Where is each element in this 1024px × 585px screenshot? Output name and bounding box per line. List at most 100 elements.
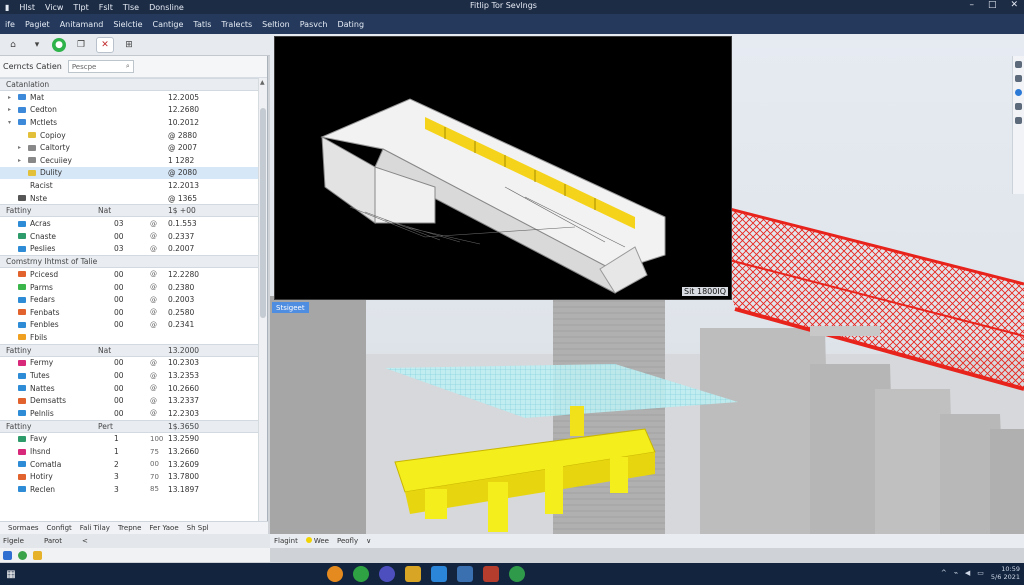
vp-status-3[interactable]: ∨ [366, 537, 371, 545]
tree-row[interactable]: Hotiry 3 70 13.7800 [0, 470, 259, 483]
title-menu-5[interactable]: Donsline [144, 3, 189, 12]
app-c-icon[interactable] [33, 550, 42, 560]
tree-row[interactable]: ▸ Caltorty @ 2007 [0, 141, 259, 154]
tree-row[interactable]: Pcicesd 00 @12.2280 [0, 268, 259, 281]
status-item-1[interactable]: Configt [47, 524, 72, 532]
menu-annotate[interactable]: Anitamand [55, 20, 109, 29]
bottom-left-item-0[interactable]: Flgele [3, 537, 24, 545]
title-menu-3[interactable]: Fslt [94, 3, 118, 12]
mail-icon[interactable] [457, 566, 473, 582]
title-menu-4[interactable]: Tlse [118, 3, 144, 12]
copy-icon[interactable]: ❐ [72, 37, 90, 53]
firefox-icon[interactable] [327, 566, 343, 582]
menu-project[interactable]: Pagiet [20, 20, 55, 29]
tree-row[interactable]: Fenbles 00 @0.2341 [0, 319, 259, 332]
tree-row[interactable]: Pelnlis 00 @12.2303 [0, 407, 259, 420]
title-menu-2[interactable]: Tlpt [68, 3, 93, 12]
tree-row[interactable]: Peslies 03 @0.2007 [0, 243, 259, 256]
status-item-3[interactable]: Trepne [118, 524, 141, 532]
tree-row[interactable]: Copioy @ 2880 [0, 129, 259, 142]
maximize-button[interactable]: □ [988, 0, 997, 10]
expand-icon[interactable]: ▸ [8, 94, 11, 101]
orbit-icon[interactable] [1015, 61, 1022, 68]
store-icon[interactable] [431, 566, 447, 582]
expand-icon[interactable]: ▾ [8, 119, 11, 126]
chevron-down-icon[interactable]: ▾ [28, 37, 46, 53]
menu-configure[interactable]: Cantige [147, 20, 188, 29]
tree-row[interactable]: Tutes 00 @13.2353 [0, 369, 259, 382]
scroll-thumb[interactable] [260, 108, 266, 318]
section-icon[interactable] [1015, 117, 1022, 124]
menu-tools[interactable]: Tatls [188, 20, 216, 29]
menu-projects[interactable]: Tralects [216, 20, 257, 29]
menu-search[interactable]: Pasvch [295, 20, 333, 29]
pan-icon[interactable] [1015, 75, 1022, 82]
tree-row[interactable]: Comatla 2 00 13.2609 [0, 458, 259, 471]
status-item-2[interactable]: Fali Tilay [80, 524, 110, 532]
fit-icon[interactable] [1015, 103, 1022, 110]
grid-icon[interactable]: ⊞ [120, 37, 138, 53]
bottom-left-item-1[interactable]: Parot [44, 537, 62, 545]
tree-row[interactable]: Racist 12.2013 [0, 179, 259, 192]
tree-row[interactable]: ▸ Cecuiiey 1 1282 [0, 154, 259, 167]
chevron-up-icon[interactable]: ^ [941, 569, 947, 577]
tree-row[interactable]: Reclen 3 85 13.1897 [0, 483, 259, 496]
section-header[interactable]: Fattiny Pert 1$.3650 [0, 419, 259, 433]
home-icon[interactable]: ⌂ [4, 37, 22, 53]
tree-row[interactable]: Fbils [0, 331, 259, 344]
minimize-button[interactable]: – [969, 0, 974, 10]
3d-viewport[interactable]: Sit 1800IQ Stsigeet [270, 34, 1024, 534]
vp-status-1[interactable]: Wee [305, 537, 329, 545]
battery-icon[interactable]: ▭ [977, 569, 984, 577]
title-menu-0[interactable]: Hlst [14, 3, 40, 12]
app-b-icon[interactable] [18, 550, 27, 560]
menu-section[interactable]: Seltion [257, 20, 295, 29]
chrome-icon[interactable] [353, 566, 369, 582]
viewport-tab[interactable]: Stsigeet [272, 302, 309, 313]
status-item-0[interactable]: Sormaes [8, 524, 39, 532]
wireframe-preview[interactable] [274, 36, 732, 300]
app-a-icon[interactable] [3, 550, 12, 560]
expand-icon[interactable]: ▸ [8, 106, 11, 113]
tree-row[interactable]: Acras 03 @0.1.553 [0, 217, 259, 230]
menu-file[interactable]: ife [0, 20, 20, 29]
network-icon[interactable]: ⌁ [954, 569, 958, 577]
tree-row[interactable]: ▸ Cedton 12.2680 [0, 104, 259, 117]
zoom-icon[interactable] [1015, 89, 1022, 96]
windows-start-icon[interactable]: ▦ [0, 563, 22, 585]
tree-row[interactable]: Favy 1 100 13.2590 [0, 433, 259, 446]
tree-row[interactable]: Fedars 00 @0.2003 [0, 293, 259, 306]
section-header[interactable]: Fattiny Nat 13.2000 [0, 343, 259, 357]
vp-status-2[interactable]: Peofly [337, 537, 358, 545]
app-icon[interactable]: ▮ [0, 3, 14, 12]
menu-dating[interactable]: Dating [332, 20, 369, 29]
tree-row[interactable]: Fenbats 00 @0.2580 [0, 306, 259, 319]
chart-icon[interactable]: ✕ [96, 36, 114, 53]
tree-row[interactable]: Cnaste 00 @0.2337 [0, 230, 259, 243]
tree-row[interactable]: Dulity @ 2080 [0, 166, 259, 180]
app-red-icon[interactable] [483, 566, 499, 582]
run-icon[interactable]: ● [52, 37, 66, 52]
tree-row[interactable]: Nste @ 1365 [0, 192, 259, 205]
browser-icon[interactable] [379, 566, 395, 582]
app-green-icon[interactable] [509, 566, 525, 582]
tree-row[interactable]: Nattes 00 @10.2660 [0, 382, 259, 395]
menu-select[interactable]: Sielctie [108, 20, 147, 29]
search-input[interactable]: Pescpe ⌕ [67, 60, 134, 73]
expand-icon[interactable]: ▸ [18, 144, 21, 151]
tree-row[interactable]: ▾ Mctlets 10.2012 [0, 116, 259, 129]
close-button[interactable]: ✕ [1010, 0, 1018, 10]
folder-icon[interactable] [405, 566, 421, 582]
clock[interactable]: 10:59 5/6 2021 [991, 565, 1020, 581]
tree-row[interactable]: Fermy 00 @10.2303 [0, 357, 259, 370]
title-menu-1[interactable]: Vicw [40, 3, 68, 12]
tree-row[interactable]: Parms 00 @0.2380 [0, 281, 259, 294]
panel-scrollbar[interactable]: ▲ [258, 78, 267, 534]
scroll-up-icon[interactable]: ▲ [260, 79, 265, 86]
section-header[interactable]: Fattiny Nat 1$ +00 [0, 204, 259, 218]
bottom-left-item-2[interactable]: < [82, 537, 88, 545]
tree-row[interactable]: Ihsnd 1 75 13.2660 [0, 445, 259, 458]
section-header[interactable]: Comstrny Ihtmst of Talie [0, 255, 259, 269]
tree-row[interactable]: Demsatts 00 @13.2337 [0, 394, 259, 407]
tree-row[interactable]: ▸ Mat 12.2005 [0, 91, 259, 104]
